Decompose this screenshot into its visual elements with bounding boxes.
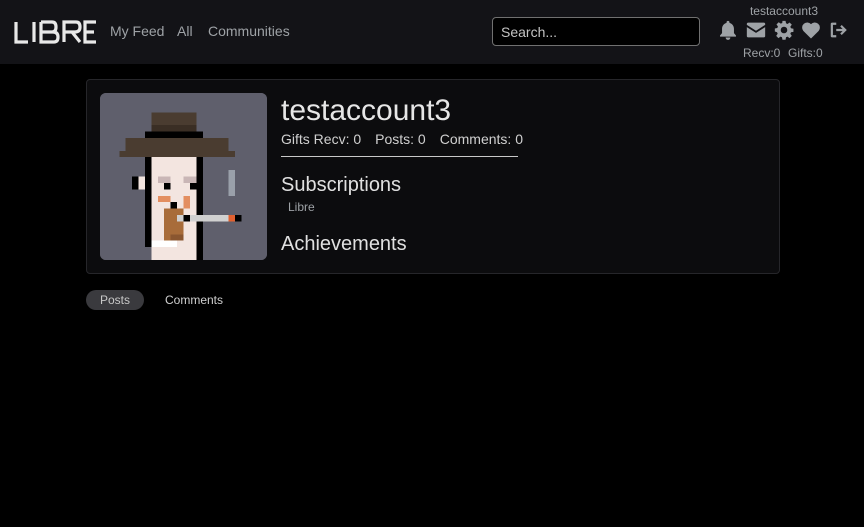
nav-link-my-feed[interactable]: My Feed: [110, 23, 164, 40]
avatar: [100, 93, 267, 260]
recv-counter: Recv:0: [743, 46, 781, 60]
search-input[interactable]: [492, 17, 700, 46]
profile-stats: Gifts Recv: 0 Posts: 0 Comments: 0: [281, 131, 523, 157]
achievements-heading: Achievements: [281, 233, 407, 255]
tab-comments[interactable]: Comments: [158, 290, 230, 310]
top-navbar: My Feed All Communities testaccount3 Rec…: [0, 0, 864, 64]
nav-link-communities[interactable]: Communities: [208, 23, 290, 40]
envelope-icon[interactable]: [745, 19, 767, 41]
posts-stat: Posts: 0: [375, 131, 426, 147]
libre-logo[interactable]: [14, 20, 98, 44]
nav-username[interactable]: testaccount3: [740, 4, 828, 18]
gifts-counter: Gifts:0: [788, 46, 823, 60]
sign-out-icon[interactable]: [828, 19, 850, 41]
gear-icon[interactable]: [773, 19, 795, 41]
subscription-link-libre[interactable]: Libre: [288, 200, 315, 214]
bell-icon[interactable]: [717, 19, 739, 41]
heart-icon[interactable]: [800, 19, 822, 41]
profile-username: testaccount3: [281, 94, 452, 127]
tab-posts[interactable]: Posts: [86, 290, 144, 310]
comments-stat: Comments: 0: [439, 131, 523, 147]
nav-link-all[interactable]: All: [177, 23, 193, 40]
gifts-recv-stat: Gifts Recv: 0: [281, 131, 362, 147]
subscriptions-heading: Subscriptions: [281, 174, 402, 196]
